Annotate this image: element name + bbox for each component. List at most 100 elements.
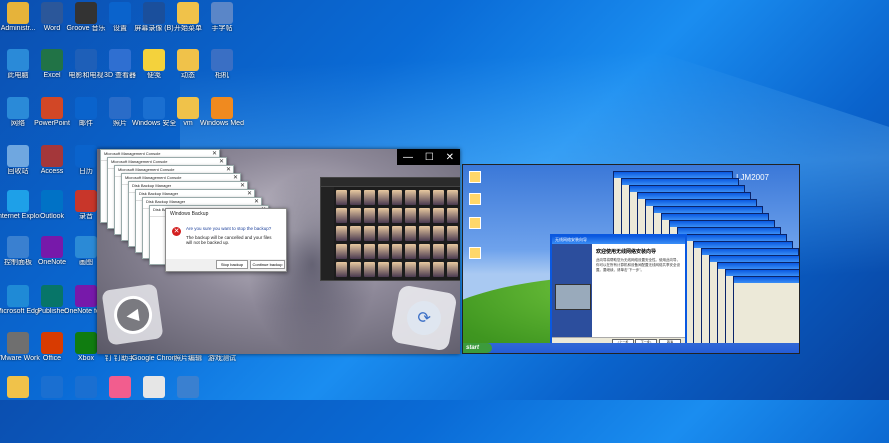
shield-icon bbox=[143, 97, 165, 119]
thumbnail-image[interactable] bbox=[336, 208, 347, 223]
thumbnail-image[interactable] bbox=[336, 190, 347, 205]
ie-icon bbox=[7, 190, 29, 212]
maximize-button[interactable]: ☐ bbox=[425, 152, 434, 163]
outlook-icon bbox=[41, 190, 63, 212]
thumbnail-image[interactable] bbox=[377, 190, 389, 205]
desktop-icon[interactable]: Windows Media ... bbox=[200, 95, 244, 128]
thumbnail-image[interactable] bbox=[349, 226, 361, 241]
explorer-toolbar bbox=[321, 178, 460, 187]
thumbnail-image[interactable] bbox=[391, 262, 403, 277]
xp-virtual-machine-window[interactable]: LJM2007 无线网络安装向导 欢迎使用无线网络安装向导 此向导将帮助您为无线… bbox=[462, 164, 800, 354]
xp-desktop-icon[interactable] bbox=[469, 171, 481, 183]
close-icon[interactable]: ✕ bbox=[240, 182, 245, 189]
close-icon[interactable]: ✕ bbox=[247, 190, 252, 197]
thumbnail-image[interactable] bbox=[447, 244, 458, 259]
thumbnail-image[interactable] bbox=[419, 262, 431, 277]
explorer-thumbnail-window[interactable] bbox=[320, 177, 460, 281]
thumbnail-image[interactable] bbox=[363, 262, 375, 277]
backup-dialog-title: Windows Backup bbox=[170, 211, 209, 217]
record-icon bbox=[75, 190, 97, 212]
xp-watermark: LJM2007 bbox=[736, 173, 769, 182]
publisher-icon bbox=[41, 285, 63, 307]
thumbnail-image[interactable] bbox=[405, 262, 417, 277]
thumbnail-image[interactable] bbox=[349, 190, 361, 205]
back-nav-button[interactable]: ◀ bbox=[101, 283, 164, 346]
close-icon[interactable]: ✕ bbox=[233, 174, 238, 181]
thumbnail-image[interactable] bbox=[349, 208, 361, 223]
close-icon[interactable]: ✕ bbox=[212, 150, 217, 157]
desktop-icon[interactable]: 手字帖 bbox=[200, 0, 244, 33]
close-icon[interactable]: ✕ bbox=[226, 166, 231, 173]
continue-backup-button[interactable]: Continue backup bbox=[250, 260, 285, 269]
thumbnail-image[interactable] bbox=[419, 208, 431, 223]
thumbnail-image[interactable] bbox=[363, 190, 375, 205]
thumbnail-image[interactable] bbox=[433, 262, 445, 277]
laptop-icon bbox=[555, 284, 591, 310]
thumbnail-image[interactable] bbox=[447, 190, 458, 205]
thumbnail-image[interactable] bbox=[377, 226, 389, 241]
explorer-sidebar bbox=[321, 187, 334, 280]
xp-desktop-icon[interactable] bbox=[469, 193, 481, 205]
back-arrow-icon: ◀ bbox=[111, 293, 154, 336]
thumbnail-image[interactable] bbox=[433, 226, 445, 241]
thumbnail-image[interactable] bbox=[377, 244, 389, 259]
calendar-icon bbox=[75, 145, 97, 167]
thumbnail-image[interactable] bbox=[349, 262, 361, 277]
thumbnail-image[interactable] bbox=[363, 226, 375, 241]
xp-desktop-icon[interactable] bbox=[469, 247, 481, 259]
thumbnail-image[interactable] bbox=[433, 190, 445, 205]
thumbnail-image[interactable] bbox=[419, 244, 431, 259]
desktop-icon-label: 手字帖 bbox=[211, 25, 233, 32]
thumbnail-image[interactable] bbox=[433, 208, 445, 223]
store-icon bbox=[75, 376, 97, 398]
excel-icon bbox=[41, 49, 63, 71]
thumbnail-image[interactable] bbox=[419, 226, 431, 241]
thumbnail-image[interactable] bbox=[419, 190, 431, 205]
thumbnail-image[interactable] bbox=[336, 226, 347, 241]
thumbnail-image[interactable] bbox=[405, 208, 417, 223]
thumbnail-image[interactable] bbox=[447, 262, 458, 277]
thumbnail-image[interactable] bbox=[447, 226, 458, 241]
thumbnail-image[interactable] bbox=[405, 190, 417, 205]
xp-desktop-icon[interactable] bbox=[469, 217, 481, 229]
thumbnail-image[interactable] bbox=[405, 244, 417, 259]
access-icon bbox=[41, 145, 63, 167]
minimize-button[interactable]: — bbox=[403, 152, 413, 163]
thumbnail-image[interactable] bbox=[377, 208, 389, 223]
thumbnail-image[interactable] bbox=[336, 262, 347, 277]
thumbnail-image[interactable] bbox=[377, 262, 389, 277]
close-icon[interactable]: ✕ bbox=[254, 198, 259, 205]
folder-icon bbox=[177, 97, 199, 119]
error-icon: ✕ bbox=[172, 227, 181, 236]
thumbnail-image[interactable] bbox=[363, 244, 375, 259]
recycle-bin-icon bbox=[7, 145, 29, 167]
thumbnail-image[interactable] bbox=[433, 244, 445, 259]
document-icon bbox=[143, 376, 165, 398]
close-icon[interactable]: ✕ bbox=[219, 158, 224, 165]
thumbnail-image[interactable] bbox=[363, 208, 375, 223]
word-icon bbox=[41, 2, 63, 24]
thumbnail-image[interactable] bbox=[349, 244, 361, 259]
backup-app-tile[interactable]: ⟳ bbox=[390, 284, 458, 352]
backup-dialog[interactable]: Windows Backup ✕ Are you sure you want t… bbox=[165, 208, 287, 272]
thumbnail-image[interactable] bbox=[391, 226, 403, 241]
network-icon bbox=[7, 97, 29, 119]
camera-icon bbox=[143, 2, 165, 24]
stop-backup-button[interactable]: Stop backup bbox=[216, 260, 248, 269]
thumbnail-image[interactable] bbox=[391, 244, 403, 259]
thumbnail-image[interactable] bbox=[391, 190, 403, 205]
desktop-icon[interactable] bbox=[166, 374, 210, 399]
thumbnail-grid bbox=[336, 190, 458, 277]
paint-icon bbox=[75, 236, 97, 258]
palette-icon bbox=[177, 376, 199, 398]
wizard-text: 此向导将帮助您为无线网络设置安全性。使用此向导，你可以在所有计算机和设备间配置无… bbox=[596, 258, 680, 272]
thumbnail-image[interactable] bbox=[391, 208, 403, 223]
close-button[interactable]: ✕ bbox=[446, 152, 454, 163]
wireless-wizard-window[interactable]: 无线网络安装向导 欢迎使用无线网络安装向导 此向导将帮助您为无线网络设置安全性。… bbox=[550, 234, 687, 350]
thumbnail-image[interactable] bbox=[336, 244, 347, 259]
thumbnail-image[interactable] bbox=[405, 226, 417, 241]
powerpoint-icon bbox=[41, 97, 63, 119]
desktop-icon[interactable]: 相机 bbox=[200, 47, 244, 80]
xp-start-button[interactable]: start bbox=[463, 343, 492, 353]
thumbnail-image[interactable] bbox=[447, 208, 458, 223]
